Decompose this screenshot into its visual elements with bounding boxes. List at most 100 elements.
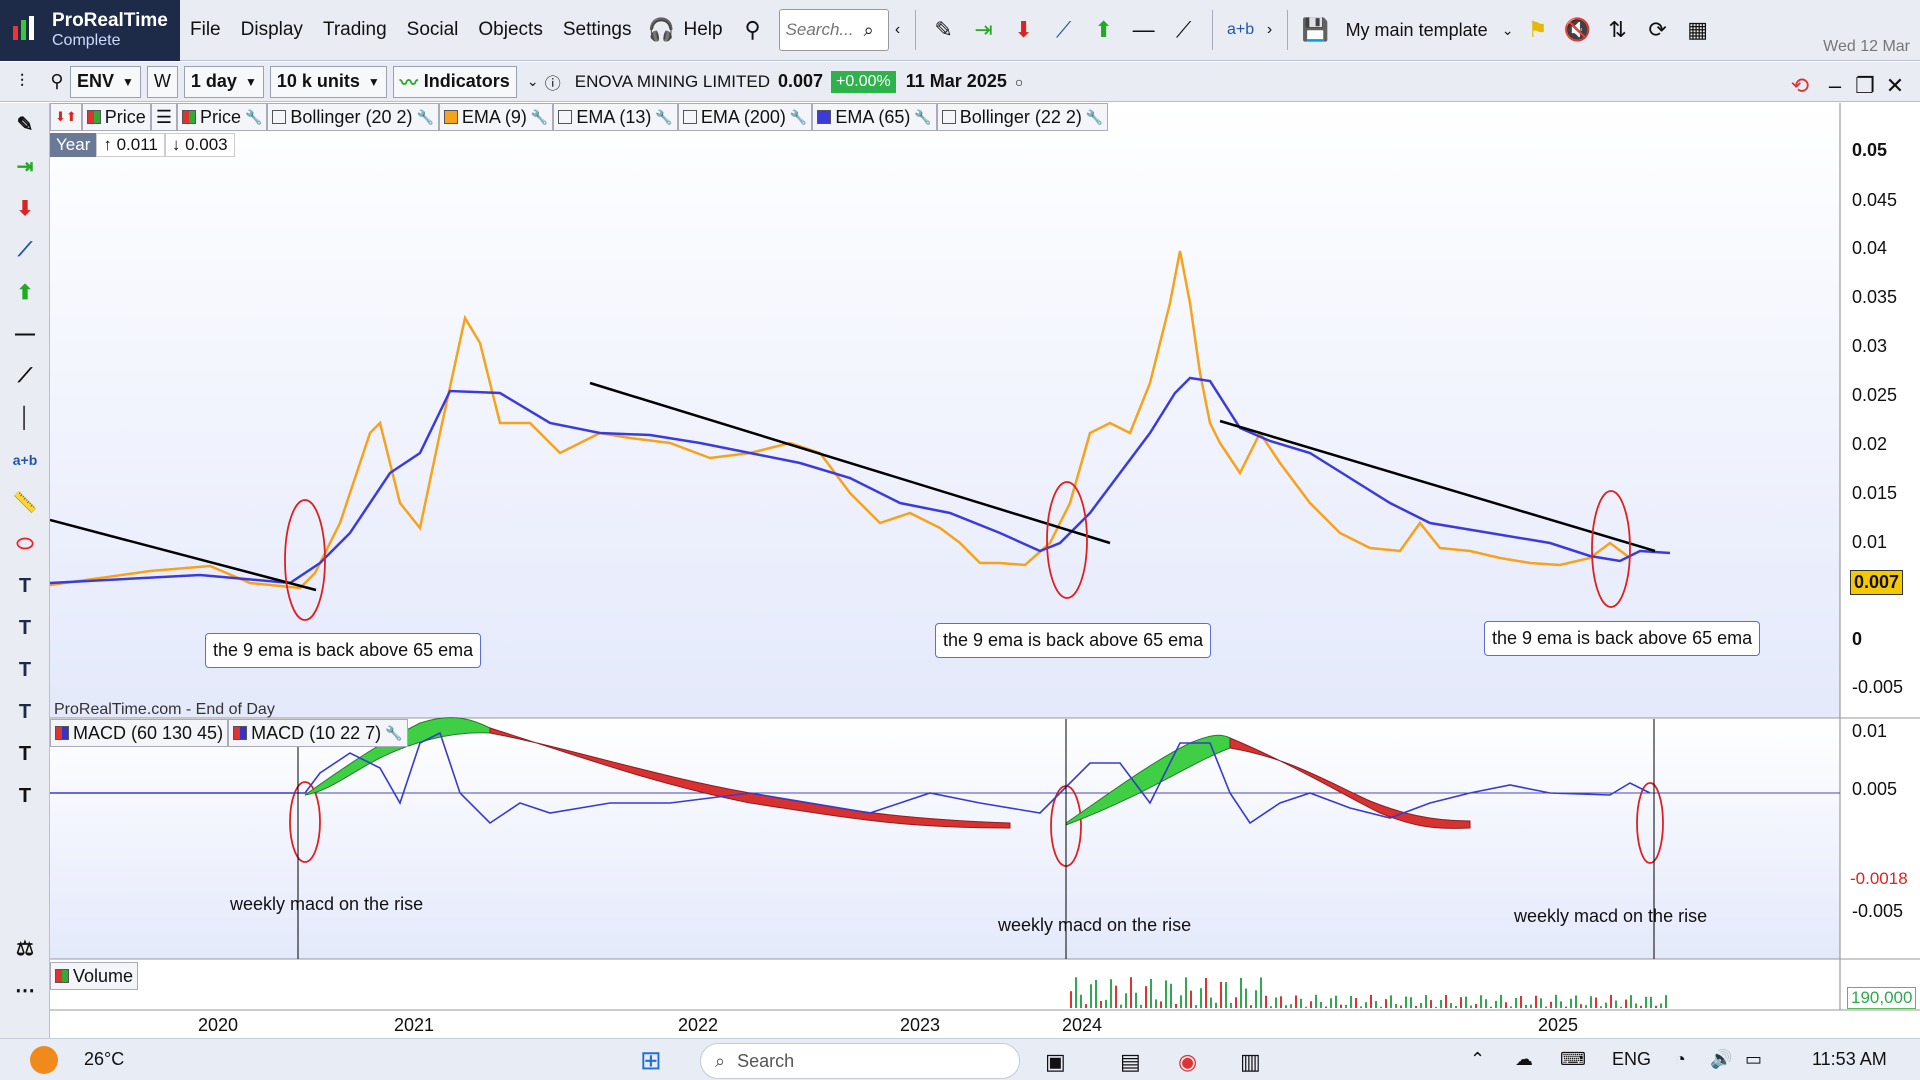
text-tool-icon[interactable]: T (0, 607, 50, 649)
annotation-macd-rise-2[interactable]: weekly macd on the rise (998, 915, 1191, 936)
wrench-icon[interactable]: 🔧 (531, 109, 548, 126)
annotation-macd-rise-1[interactable]: weekly macd on the rise (230, 894, 423, 915)
clip-icon[interactable]: ⚲ (733, 10, 773, 50)
horizontal-line-icon[interactable]: ― (0, 313, 50, 355)
wrench-icon[interactable]: 🔧 (245, 109, 262, 126)
weather-widget[interactable]: 26°C (30, 1045, 124, 1074)
annotation-macd-rise-3[interactable]: weekly macd on the rise (1514, 906, 1707, 927)
mute-icon[interactable]: 🔇 (1558, 10, 1598, 50)
wrench-icon[interactable]: 🔧 (914, 109, 931, 126)
buy-limit-icon[interactable]: ⇥ (0, 145, 50, 187)
text-tool-icon[interactable]: T (0, 733, 50, 775)
more-icon[interactable]: ⋯ (0, 969, 50, 1011)
prorealtime-taskbar-icon[interactable]: ▥ (1240, 1049, 1261, 1075)
wrench-icon[interactable]: 🔧 (385, 725, 402, 742)
legend-item-macd-60[interactable]: MACD (60 130 45) (50, 719, 229, 747)
trendline-icon[interactable]: ⟋ (1164, 10, 1204, 50)
legend-item-ema-200[interactable]: EMA (200) 🔧 (677, 103, 813, 131)
formula-icon[interactable]: a+b (1221, 10, 1261, 50)
vertical-line-icon[interactable]: │ (0, 397, 50, 439)
menu-objects[interactable]: Objects (468, 19, 552, 41)
close-icon[interactable]: ✕ (1880, 66, 1910, 106)
taskview-icon[interactable]: ▣ (1045, 1049, 1066, 1075)
template-selector[interactable]: My main template (1346, 20, 1488, 41)
keyboard-icon[interactable]: ⌨ (1560, 1049, 1586, 1070)
units-dropdown[interactable]: 10 k units ▼ (269, 65, 387, 98)
horizontal-line-icon[interactable]: ― (1124, 10, 1164, 50)
legend-item-ema-13[interactable]: EMA (13) 🔧 (553, 103, 678, 131)
sell-arrow-icon[interactable]: ⬇ (1004, 10, 1044, 50)
calculator-icon[interactable]: ▦ (1678, 10, 1718, 50)
tray-chevron-icon[interactable]: ⌃ (1470, 1049, 1485, 1070)
trend-order-icon[interactable]: ⟋ (0, 229, 50, 271)
legend-item-price[interactable]: Price (81, 103, 151, 131)
indicators-button[interactable]: 〰 Indicators (392, 65, 517, 98)
pencil-icon[interactable]: ✎ (0, 103, 50, 145)
legend-item-bollinger-22[interactable]: Bollinger (22 2) 🔧 (936, 103, 1109, 131)
link-icon[interactable]: ⚲ (44, 62, 70, 102)
scroll-right-icon[interactable]: › (1261, 10, 1279, 50)
ellipse-icon[interactable]: ⬭ (0, 523, 50, 565)
sync-icon[interactable]: ⟳ (1638, 10, 1678, 50)
chevron-down-icon[interactable]: ⌄ (523, 62, 543, 102)
alerts-icon[interactable]: ⇅ (1598, 10, 1638, 50)
wrench-icon[interactable]: 🔧 (416, 109, 433, 126)
annotation-ema-cross-3[interactable]: the 9 ema is back above 65 ema (1484, 621, 1761, 656)
chrome-icon[interactable]: ◉ (1178, 1049, 1197, 1075)
clock[interactable]: 11:53 AM (1812, 1049, 1887, 1070)
cloud-icon[interactable]: ☁ (1515, 1049, 1533, 1070)
chevron-down-icon[interactable]: ⌄ (1498, 10, 1518, 50)
sell-arrow-icon[interactable]: ⬇ (0, 187, 50, 229)
battery-icon[interactable]: ▭ (1745, 1049, 1762, 1070)
wrench-icon[interactable]: 🔧 (790, 109, 807, 126)
buy-limit-icon[interactable]: ⇥ (964, 10, 1004, 50)
text-tool-icon[interactable]: T (0, 565, 50, 607)
language-indicator[interactable]: ENG (1612, 1049, 1651, 1070)
menu-social[interactable]: Social (397, 19, 469, 41)
menu-settings[interactable]: Settings (553, 19, 642, 41)
legend-item-price2[interactable]: Price 🔧 (176, 103, 268, 131)
menu-help[interactable]: Help (681, 19, 732, 41)
restore-icon[interactable]: ❐ (1850, 66, 1880, 106)
compare-icon[interactable]: ⚖ (0, 927, 50, 969)
taskbar-search[interactable]: ⌕ Search (700, 1043, 1020, 1079)
pencil-icon[interactable]: ✎ (924, 10, 964, 50)
app-icon[interactable]: ▤ (1120, 1049, 1141, 1075)
weekly-toggle[interactable]: W (146, 65, 178, 98)
symbol-dropdown[interactable]: ENV ▼ (70, 65, 141, 98)
trend-order-icon[interactable]: ⟋ (1044, 10, 1084, 50)
search-box[interactable]: ⌕ (778, 9, 889, 51)
refresh-icon[interactable]: ⟲ (1780, 66, 1820, 106)
menu-trading[interactable]: Trading (313, 19, 397, 41)
legend-item-volume[interactable]: Volume (50, 962, 139, 990)
ruler-icon[interactable]: 📏 (0, 481, 50, 523)
menu-display[interactable]: Display (231, 19, 313, 41)
menu-file[interactable]: File (180, 19, 231, 41)
wrench-icon[interactable]: 🔧 (1086, 109, 1103, 126)
formula-icon[interactable]: a+b (0, 439, 50, 481)
wifi-icon[interactable]: ◔ (1675, 1049, 1686, 1070)
legend-item-ema-9[interactable]: EMA (9) 🔧 (438, 103, 554, 131)
text-tool-icon[interactable]: T (0, 691, 50, 733)
text-tool-icon[interactable]: T (0, 649, 50, 691)
chart-type-icon[interactable]: ⫶ (0, 62, 44, 102)
annotation-ema-cross-2[interactable]: the 9 ema is back above 65 ema (935, 623, 1212, 658)
legend-item-macd-10[interactable]: MACD (10 22 7) 🔧 (228, 719, 408, 747)
save-icon[interactable]: 💾 (1296, 10, 1336, 50)
volume-icon[interactable]: 🔊 (1710, 1049, 1732, 1070)
windows-start-icon[interactable]: ⊞ (640, 1045, 662, 1076)
buy-arrow-icon[interactable]: ⬆ (1084, 10, 1124, 50)
minimize-icon[interactable]: – (1820, 66, 1850, 106)
collapse-icon[interactable]: ⬇⬆ (50, 103, 82, 131)
legend-item-bollinger-20[interactable]: Bollinger (20 2) 🔧 (267, 103, 439, 131)
flag-icon[interactable]: ⚑ (1518, 10, 1558, 50)
annotation-ema-cross-1[interactable]: the 9 ema is back above 65 ema (205, 633, 482, 668)
headset-icon[interactable]: 🎧 (641, 10, 681, 50)
list-icon[interactable]: ☰ (150, 103, 177, 131)
info-icon[interactable]: ⓘ (543, 62, 563, 102)
scroll-left-icon[interactable]: ‹ (889, 10, 907, 50)
text-tool-icon[interactable]: T (0, 775, 50, 817)
period-dropdown[interactable]: 1 day ▼ (183, 65, 264, 98)
wrench-icon[interactable]: 🔧 (655, 109, 672, 126)
search-icon[interactable]: ⌕ (864, 20, 874, 41)
